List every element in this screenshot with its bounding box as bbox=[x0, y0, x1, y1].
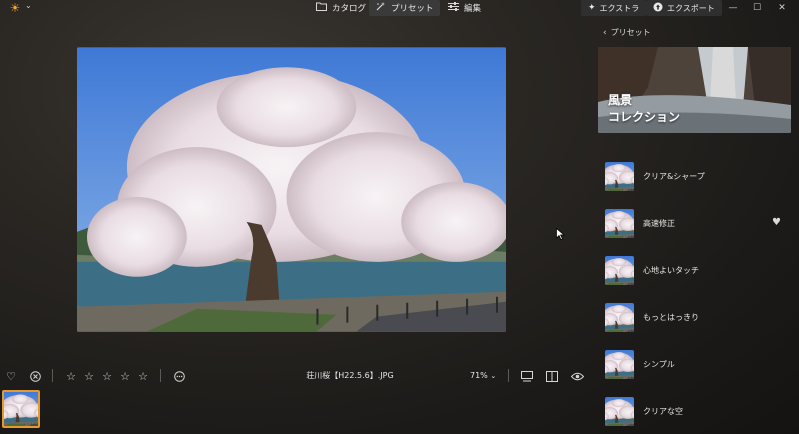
maximize-icon[interactable]: ☐ bbox=[746, 0, 768, 16]
star-icon-5[interactable]: ☆ bbox=[136, 369, 150, 383]
preset-label: シンプル bbox=[643, 359, 675, 369]
more-options-icon[interactable] bbox=[172, 369, 186, 383]
sliders-icon bbox=[448, 2, 459, 14]
photo-filename: 荘川桜【H22.5.6】.JPG bbox=[306, 371, 394, 380]
sparkle-icon: ✦ bbox=[588, 3, 596, 13]
preset-item[interactable]: シンプル bbox=[605, 349, 791, 379]
preset-item[interactable]: 高速修正 ♥ bbox=[605, 208, 791, 238]
upload-icon bbox=[653, 2, 663, 15]
export-button-label: エクスポート bbox=[667, 3, 715, 13]
extra-button[interactable]: ✦ エクストラ bbox=[581, 0, 647, 16]
toolbar-divider bbox=[52, 369, 53, 382]
app-logo-icon[interactable]: ☀ bbox=[8, 1, 22, 15]
collection-title-line2: コレクション bbox=[608, 110, 681, 124]
minimize-icon[interactable]: — bbox=[722, 0, 744, 16]
preset-thumbnail bbox=[605, 349, 634, 379]
top-bar: ☀ ⌄ カタログ プリセット 編集 ✦ エクストラ エクスポート — ☐ ✕ bbox=[0, 0, 799, 16]
back-to-presets-link[interactable]: ‹ プリセット bbox=[603, 27, 651, 38]
reject-icon[interactable] bbox=[28, 369, 42, 383]
preset-thumbnail bbox=[605, 255, 634, 285]
sparkle-wand-icon bbox=[375, 1, 386, 15]
tab-catalog[interactable]: カタログ bbox=[310, 0, 372, 16]
zoom-value: 71% bbox=[470, 371, 488, 380]
back-link-label: プリセット bbox=[610, 28, 651, 37]
extra-button-label: エクストラ bbox=[599, 3, 640, 13]
chevron-down-icon[interactable]: ⌄ bbox=[25, 1, 32, 10]
close-icon[interactable]: ✕ bbox=[771, 0, 793, 16]
export-button[interactable]: エクスポート bbox=[646, 0, 722, 16]
preset-item[interactable]: クリア&シャープ bbox=[605, 161, 791, 191]
preset-thumbnail bbox=[605, 161, 634, 191]
star-icon-1[interactable]: ☆ bbox=[64, 369, 78, 383]
star-icon-4[interactable]: ☆ bbox=[118, 369, 132, 383]
tab-edit[interactable]: 編集 bbox=[442, 0, 487, 16]
preset-item[interactable]: もっとはっきり bbox=[605, 302, 791, 332]
preset-label: 高速修正 bbox=[643, 218, 675, 228]
tab-label: 編集 bbox=[464, 4, 482, 14]
mouse-cursor-icon bbox=[556, 225, 565, 244]
collection-title-line1: 風景 bbox=[608, 93, 633, 107]
toolbar-divider bbox=[508, 369, 509, 382]
preset-label: もっとはっきり bbox=[643, 312, 699, 322]
tab-label: カタログ bbox=[332, 4, 367, 14]
favorite-heart-icon[interactable]: ♥ bbox=[772, 217, 781, 228]
tab-presets[interactable]: プリセット bbox=[369, 0, 440, 16]
preset-thumbnail bbox=[605, 302, 634, 332]
toolbar-divider bbox=[160, 369, 161, 382]
preset-label: クリアな空 bbox=[643, 406, 683, 416]
preset-thumbnail bbox=[605, 208, 634, 238]
heart-icon[interactable]: ♡ bbox=[4, 369, 18, 383]
star-icon-3[interactable]: ☆ bbox=[100, 369, 114, 383]
chevron-down-icon: ⌄ bbox=[490, 372, 497, 380]
folder-icon bbox=[316, 2, 327, 14]
collection-title: 風景 コレクション bbox=[608, 92, 680, 126]
filmstrip-thumbnail[interactable] bbox=[2, 390, 40, 428]
preset-item[interactable]: 心地よいタッチ bbox=[605, 255, 791, 285]
preset-item[interactable]: クリアな空 bbox=[605, 396, 791, 426]
main-photo[interactable] bbox=[77, 47, 506, 332]
compare-icon[interactable] bbox=[545, 369, 559, 383]
tab-label: プリセット bbox=[391, 4, 434, 14]
filmstrip-toggle-icon[interactable] bbox=[520, 369, 534, 383]
preset-label: 心地よいタッチ bbox=[643, 265, 699, 275]
preset-label: クリア&シャープ bbox=[643, 171, 705, 181]
star-icon-2[interactable]: ☆ bbox=[82, 369, 96, 383]
zoom-dropdown[interactable]: 71% ⌄ bbox=[470, 369, 496, 383]
chevron-left-icon: ‹ bbox=[603, 27, 607, 38]
eye-icon[interactable] bbox=[570, 369, 584, 383]
preset-thumbnail bbox=[605, 396, 634, 426]
